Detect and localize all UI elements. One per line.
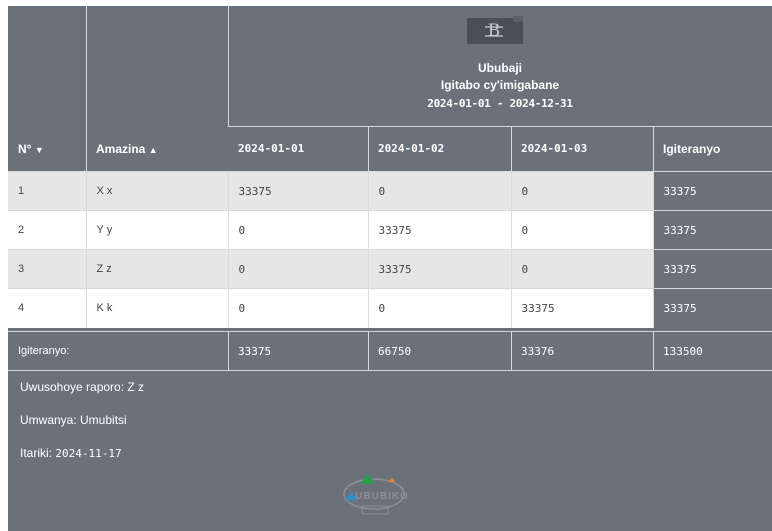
row-name: X x bbox=[85, 171, 228, 211]
column-header-name[interactable]: Amazina ▲ bbox=[86, 127, 228, 171]
report-header: B Ububaji Igitabo cy'imigabane 2024-01-0… bbox=[228, 6, 772, 127]
totals-date-2: 66750 bbox=[378, 345, 412, 358]
row-number: 3 bbox=[8, 249, 86, 289]
row-value-date-2: 33375 bbox=[367, 249, 511, 289]
sort-asc-icon: ▲ bbox=[148, 145, 158, 155]
row-total: 33375 bbox=[652, 171, 772, 211]
row-value-date-3: 33375 bbox=[510, 288, 653, 328]
divider bbox=[228, 332, 229, 371]
sort-desc-icon: ▼ bbox=[34, 145, 44, 155]
column-header-total[interactable]: Igiteranyo bbox=[653, 127, 772, 171]
report-role: Umwanya: Umubitsi bbox=[20, 413, 127, 427]
report-date: Itariki: 2024-11-17 bbox=[20, 446, 122, 460]
row-name: Y y bbox=[85, 210, 228, 250]
row-total: 33375 bbox=[652, 210, 772, 250]
row-value-date-1: 0 bbox=[227, 249, 368, 289]
column-header-date-2[interactable]: 2024-01-02 bbox=[368, 127, 511, 171]
totals-date-3: 33376 bbox=[521, 345, 555, 358]
row-total: 33375 bbox=[652, 249, 772, 289]
company-logo: B bbox=[461, 14, 527, 48]
column-header-date-3[interactable]: 2024-01-03 bbox=[511, 127, 653, 171]
row-value-date-1: 0 bbox=[227, 288, 368, 328]
divider bbox=[511, 332, 512, 371]
report-date-label: Itariki: bbox=[20, 446, 53, 460]
totals-grand: 133500 bbox=[663, 345, 703, 358]
row-value-date-3: 0 bbox=[510, 210, 653, 250]
divider bbox=[653, 332, 654, 371]
divider bbox=[368, 332, 369, 371]
column-header-number[interactable]: N° ▼ bbox=[8, 127, 86, 171]
totals-row: Igiteranyo: 33375 66750 33376 133500 bbox=[8, 331, 772, 371]
row-value-date-1: 0 bbox=[227, 210, 368, 250]
report-title: Ububaji bbox=[478, 61, 522, 75]
table-row[interactable]: 4 K k 0 0 33375 33375 bbox=[8, 288, 772, 328]
svg-text:B: B bbox=[488, 21, 501, 41]
header-left-blank bbox=[8, 6, 228, 126]
column-header-date-1[interactable]: 2024-01-01 bbox=[228, 127, 368, 171]
row-value-date-2: 0 bbox=[367, 288, 511, 328]
ububiko-logo: UBUBIKO bbox=[338, 472, 434, 523]
column-number-label: N° bbox=[18, 142, 32, 156]
table-row[interactable]: 3 Z z 0 33375 0 33375 bbox=[8, 249, 772, 289]
row-name: K k bbox=[85, 288, 228, 328]
table-row[interactable]: 1 X x 33375 0 0 33375 bbox=[8, 171, 772, 211]
table-row[interactable]: 2 Y y 0 33375 0 33375 bbox=[8, 210, 772, 250]
report-subtitle: Igitabo cy'imigabane bbox=[440, 78, 560, 92]
report-author: Uwusohoye raporo: Z z bbox=[20, 380, 145, 394]
row-value-date-2: 0 bbox=[367, 171, 511, 211]
row-value-date-2: 33375 bbox=[367, 210, 511, 250]
totals-date-1: 33375 bbox=[238, 345, 272, 358]
row-number: 4 bbox=[8, 288, 86, 328]
data-table: 1 X x 33375 0 0 33375 2 Y y 0 33375 0 33… bbox=[8, 171, 772, 328]
totals-label: Igiteranyo: bbox=[18, 345, 70, 357]
report-date-value: 2024-11-17 bbox=[55, 447, 122, 460]
row-value-date-3: 0 bbox=[510, 249, 653, 289]
report-sheet: B Ububaji Igitabo cy'imigabane 2024-01-0… bbox=[8, 6, 772, 531]
logo-wordmark: UBUBIKO bbox=[355, 491, 409, 502]
row-value-date-1: 33375 bbox=[227, 171, 368, 211]
row-name: Z z bbox=[85, 249, 228, 289]
row-total: 33375 bbox=[652, 288, 772, 328]
row-number: 2 bbox=[8, 210, 86, 250]
column-name-label: Amazina bbox=[96, 142, 146, 156]
row-value-date-3: 0 bbox=[510, 171, 653, 211]
row-number: 1 bbox=[8, 171, 86, 211]
report-period: 2024-01-01 - 2024-12-31 bbox=[427, 97, 573, 110]
